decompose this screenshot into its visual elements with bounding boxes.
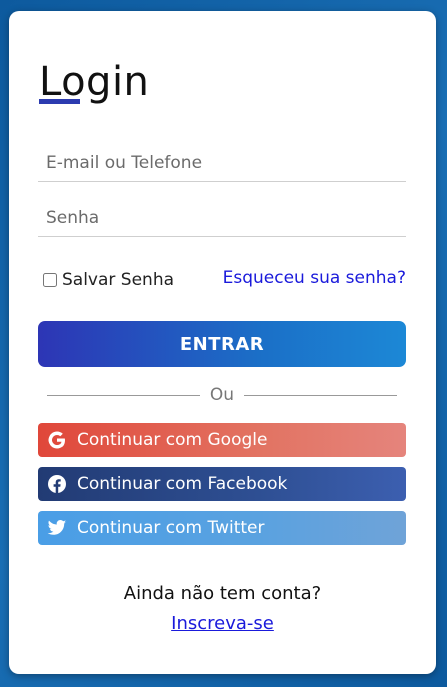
remember-password[interactable]: Salvar Senha xyxy=(43,270,174,290)
divider-line-right xyxy=(244,394,397,396)
divider-line-left xyxy=(47,394,200,396)
google-login-label: Continuar com Google xyxy=(77,430,268,450)
email-field[interactable] xyxy=(38,144,406,182)
login-button[interactable]: ENTRAR xyxy=(38,321,406,367)
google-login-button[interactable]: Continuar com Google xyxy=(38,423,406,457)
facebook-icon xyxy=(47,474,67,494)
facebook-login-label: Continuar com Facebook xyxy=(77,474,288,494)
divider-label: Ou xyxy=(209,385,235,405)
login-card: Login Salvar Senha Esqueceu sua senha? E… xyxy=(9,11,436,674)
signup-link[interactable]: Inscreva-se xyxy=(171,613,274,634)
signup-link-wrapper: Inscreva-se xyxy=(9,613,436,634)
password-field[interactable] xyxy=(38,199,406,237)
twitter-login-label: Continuar com Twitter xyxy=(77,518,265,538)
or-divider: Ou xyxy=(47,384,397,406)
title-underline xyxy=(39,99,80,104)
google-icon xyxy=(47,430,67,450)
facebook-login-button[interactable]: Continuar com Facebook xyxy=(38,467,406,501)
signup-prompt: Ainda não tem conta? xyxy=(123,583,322,604)
forgot-password-link[interactable]: Esqueceu sua senha? xyxy=(223,268,406,288)
twitter-icon xyxy=(47,518,67,538)
twitter-login-button[interactable]: Continuar com Twitter xyxy=(38,511,406,545)
remember-checkbox[interactable] xyxy=(43,273,57,287)
remember-label: Salvar Senha xyxy=(62,270,175,290)
